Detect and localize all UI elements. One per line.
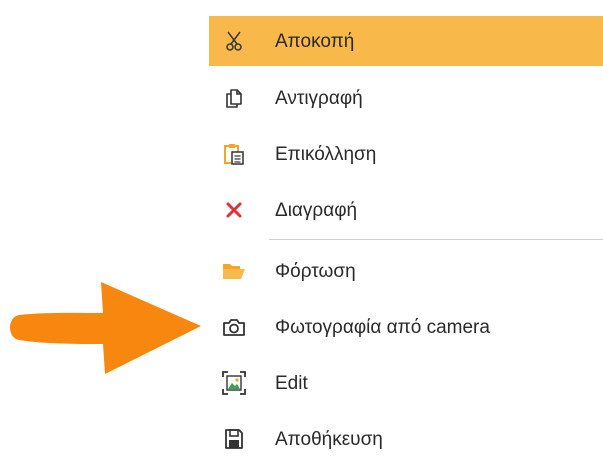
image-edit-icon — [219, 368, 249, 398]
menu-item-label: Φωτογραφία από camera — [275, 316, 490, 338]
context-menu: Αποκοπή Αντιγραφή Επικόλληση Διαγραφή Φό… — [209, 10, 603, 450]
menu-item-save[interactable]: Αποθήκευση — [209, 414, 603, 464]
menu-item-camera-photo[interactable]: Φωτογραφία από camera — [209, 302, 603, 352]
menu-item-label: Φόρτωση — [275, 260, 356, 282]
camera-icon — [219, 312, 249, 342]
menu-item-load[interactable]: Φόρτωση — [209, 246, 603, 296]
menu-item-cut[interactable]: Αποκοπή — [209, 16, 603, 66]
menu-item-copy[interactable]: Αντιγραφή — [209, 73, 603, 123]
menu-item-paste[interactable]: Επικόλληση — [209, 129, 603, 179]
menu-item-label: Edit — [275, 372, 308, 394]
menu-item-label: Επικόλληση — [275, 143, 377, 165]
paste-icon — [219, 139, 249, 169]
menu-item-edit[interactable]: Edit — [209, 358, 603, 408]
menu-separator — [269, 239, 603, 240]
menu-item-label: Αντιγραφή — [275, 87, 363, 109]
menu-item-label: Διαγραφή — [275, 199, 358, 221]
scissors-icon — [219, 26, 249, 56]
delete-x-icon — [219, 195, 249, 225]
copy-icon — [219, 83, 249, 113]
pointer-arrow-icon — [10, 282, 201, 374]
menu-item-label: Αποκοπή — [275, 30, 355, 52]
menu-item-delete[interactable]: Διαγραφή — [209, 185, 603, 235]
menu-item-label: Αποθήκευση — [275, 428, 383, 450]
folder-open-icon — [219, 256, 249, 286]
